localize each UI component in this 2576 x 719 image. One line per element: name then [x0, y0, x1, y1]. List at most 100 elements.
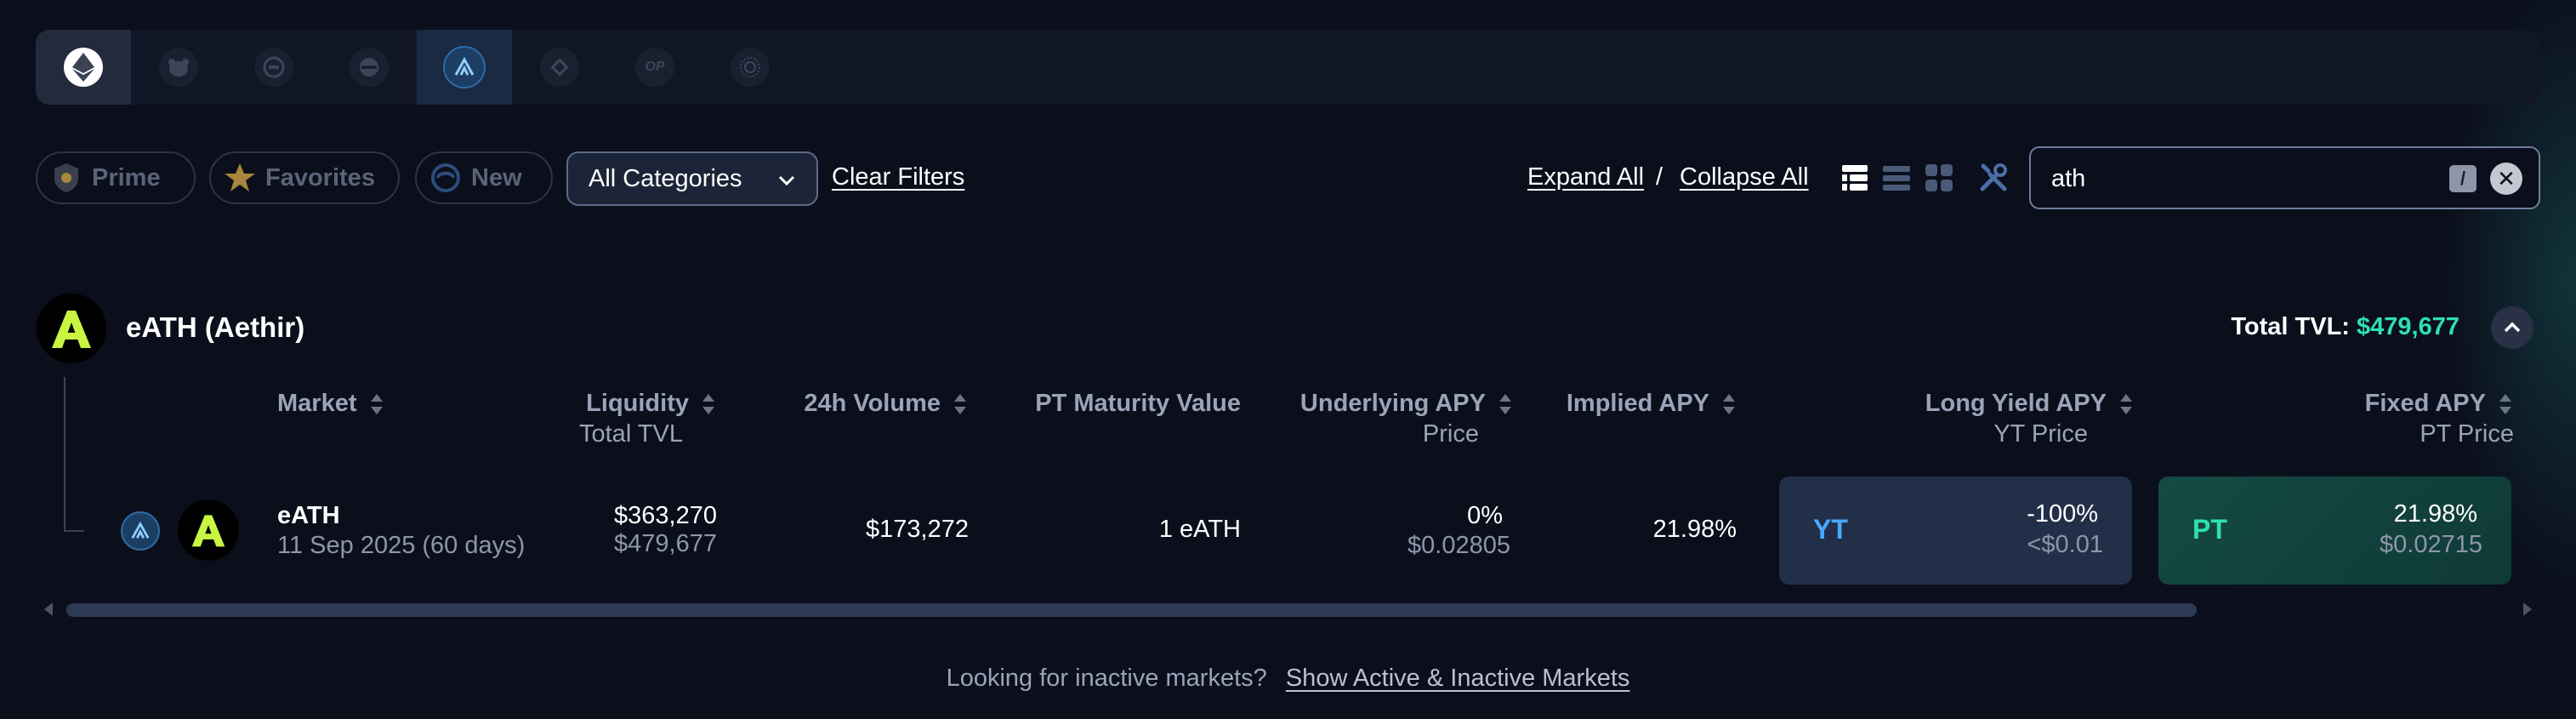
new-filter-button[interactable]: New — [415, 151, 553, 204]
column-liquidity-sub: Total TVL — [579, 420, 683, 448]
mantle-icon — [350, 48, 389, 87]
sort-icon — [1499, 393, 1511, 414]
pt-maturity-value: 1 eATH — [1158, 516, 1241, 543]
sort-icon — [370, 393, 383, 414]
bear-icon — [159, 48, 198, 87]
column-long-yield-label: Long Yield APY — [1925, 390, 2107, 417]
binance-icon — [540, 48, 579, 87]
chain-tab-sonic[interactable] — [702, 30, 798, 105]
chain-tab-mantle[interactable] — [321, 30, 417, 105]
column-implied-apy-label: Implied APY — [1566, 390, 1709, 417]
prime-filter-label: Prime — [92, 163, 161, 191]
column-fixed-sub: PT Price — [2420, 420, 2514, 448]
inactive-markets-footer: Looking for inactive markets? Show Activ… — [0, 665, 2576, 693]
tools-icon[interactable] — [1978, 163, 2009, 193]
chain-selector-bar: OP — [36, 30, 2540, 105]
chain-tab-bear[interactable] — [131, 30, 226, 105]
liquidity-value: $363,270 — [614, 502, 717, 529]
total-tvl: Total TVL: $479,677 — [2231, 313, 2459, 341]
pt-price-value: $0.02715 — [2380, 531, 2482, 558]
column-fixed-apy-label: Fixed APY — [2364, 390, 2486, 417]
chain-tab-ethereum[interactable] — [36, 30, 131, 105]
scroll-right-arrow[interactable] — [2523, 602, 2532, 616]
category-select-value: All Categories — [589, 164, 742, 192]
column-volume[interactable]: 24h Volume — [804, 390, 968, 418]
total-tvl-label: Total TVL: — [2231, 313, 2350, 340]
category-select[interactable]: All Categories — [566, 151, 818, 206]
group-title: eATH (Aethir) — [126, 311, 305, 343]
chevron-up-icon — [2504, 322, 2521, 333]
bnb-chain-icon — [254, 48, 293, 87]
footer-text: Looking for inactive markets? — [946, 665, 1267, 692]
aethir-logo-icon — [37, 294, 106, 363]
column-fixed-apy[interactable]: Fixed APY — [2365, 390, 2513, 418]
chain-tab-bsc[interactable] — [226, 30, 321, 105]
underlying-apy-value: 0% — [1467, 502, 1503, 529]
column-liquidity-label: Liquidity — [586, 390, 689, 417]
shield-icon — [49, 161, 83, 195]
chain-tab-binance[interactable] — [512, 30, 607, 105]
yt-trade-button[interactable]: YT -100% <$0.01 — [1779, 476, 2132, 585]
star-icon — [223, 161, 257, 195]
column-long-yield-sub: YT Price — [1993, 420, 2088, 448]
column-underlying-sub: Price — [1422, 420, 1479, 448]
yt-tag: YT — [1813, 514, 1848, 545]
collapse-all-link[interactable]: Collapse All — [1680, 163, 1809, 191]
expand-all-link[interactable]: Expand All — [1527, 163, 1644, 191]
column-market[interactable]: Market — [277, 390, 384, 418]
column-market-label: Market — [277, 390, 357, 417]
horizontal-scrollbar-thumb[interactable] — [66, 603, 2197, 617]
favorites-filter-button[interactable]: Favorites — [209, 151, 400, 204]
slash-shortcut-badge: / — [2449, 165, 2476, 192]
column-long-yield[interactable]: Long Yield APY — [1925, 390, 2134, 418]
sort-icon — [954, 393, 966, 414]
scroll-left-arrow[interactable] — [44, 602, 53, 616]
pt-apy-value: 21.98% — [2393, 500, 2477, 528]
prime-filter-button[interactable]: Prime — [36, 151, 196, 204]
tree-connector — [64, 377, 84, 532]
optimism-icon: OP — [635, 48, 674, 87]
column-pt-maturity: PT Maturity Value — [1035, 390, 1241, 418]
new-filter-label: New — [471, 163, 522, 191]
chain-tab-arbitrum[interactable] — [417, 30, 512, 105]
column-underlying-apy-label: Underlying APY — [1299, 390, 1486, 417]
arbitrum-icon — [443, 46, 486, 88]
column-liquidity[interactable]: Liquidity — [586, 390, 716, 418]
clear-search-button[interactable]: ✕ — [2490, 163, 2522, 195]
market-maturity-date: 11 Sep 2025 (60 days) — [277, 532, 526, 559]
pt-trade-button[interactable]: PT 21.98% $0.02715 — [2158, 476, 2511, 585]
column-underlying-apy[interactable]: Underlying APY — [1300, 390, 1513, 418]
yt-apy-value: -100% — [2027, 500, 2098, 528]
chain-tab-optimism[interactable]: OP — [607, 30, 702, 105]
grid-view-icon[interactable] — [1924, 163, 1954, 193]
pt-tag: PT — [2192, 514, 2227, 545]
search-field[interactable]: ath / ✕ — [2029, 146, 2540, 209]
new-swirl-icon — [429, 161, 463, 195]
tree-view-icon[interactable] — [1840, 163, 1871, 193]
total-tvl-value: $479,677 — [2357, 313, 2459, 340]
implied-apy-value: 21.98% — [1652, 516, 1737, 543]
underlying-price-value: $0.02805 — [1407, 532, 1510, 559]
sort-icon — [2499, 393, 2511, 414]
total-tvl-cell: $479,677 — [614, 530, 717, 557]
show-inactive-markets-link[interactable]: Show Active & Inactive Markets — [1286, 665, 1630, 692]
list-view-icon[interactable] — [1881, 163, 1912, 193]
market-name: eATH — [277, 502, 340, 529]
volume-value: $173,272 — [866, 516, 969, 543]
collapse-group-button[interactable] — [2491, 306, 2533, 349]
favorites-filter-label: Favorites — [265, 163, 375, 191]
sonic-icon — [731, 48, 770, 87]
column-volume-label: 24h Volume — [804, 390, 941, 417]
chevron-down-icon — [777, 165, 796, 193]
search-input-value[interactable]: ath — [2051, 165, 2085, 193]
column-implied-apy[interactable]: Implied APY — [1567, 390, 1737, 418]
sort-icon — [1723, 393, 1735, 414]
aethir-token-icon — [178, 499, 239, 561]
expand-collapse-separator: / — [1656, 163, 1663, 191]
column-pt-maturity-label: PT Maturity Value — [1035, 390, 1241, 417]
arbitrum-icon — [121, 511, 160, 551]
ethereum-icon — [64, 48, 103, 87]
sort-icon — [2120, 393, 2132, 414]
sort-icon — [702, 393, 714, 414]
clear-filters-link[interactable]: Clear Filters — [832, 163, 964, 191]
